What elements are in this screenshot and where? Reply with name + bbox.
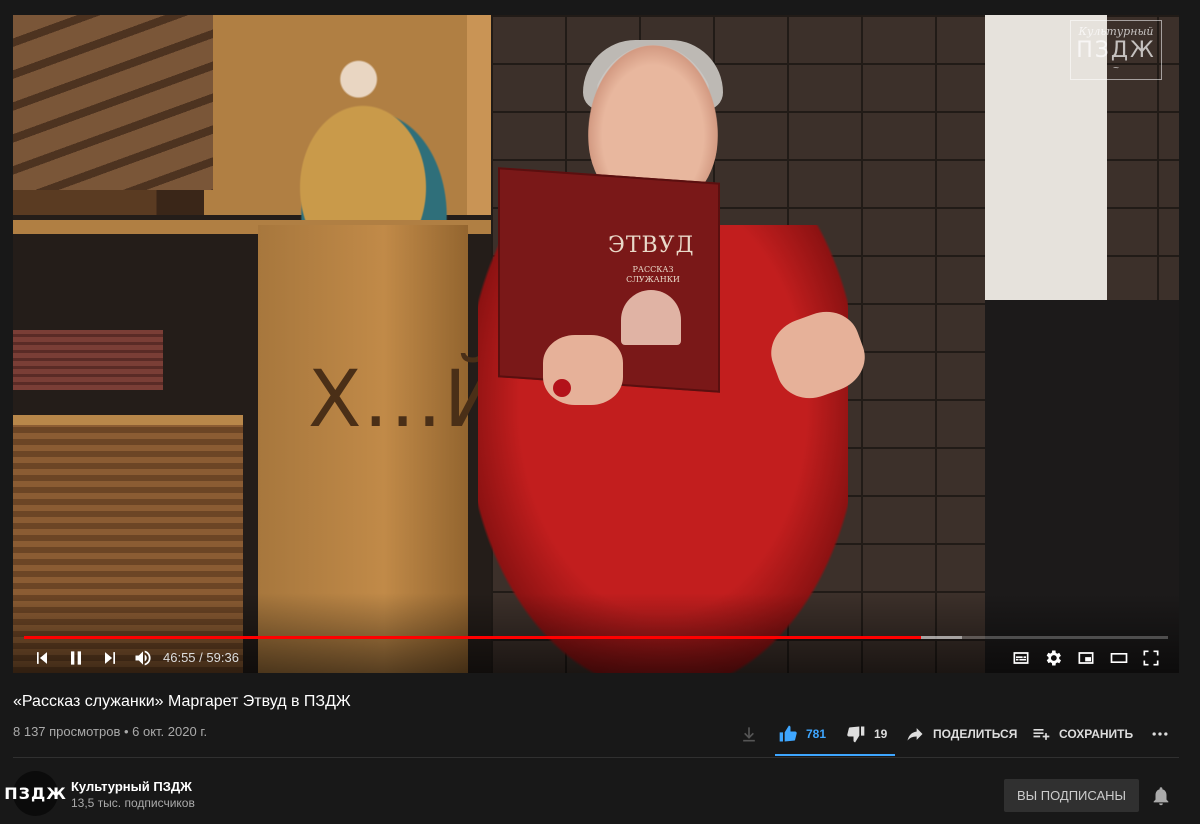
player-controls: 46:55 / 59:36: [13, 643, 1179, 673]
duration: 59:36: [206, 650, 239, 665]
bell-icon: [1153, 787, 1169, 806]
save-label: СОХРАНИТЬ: [1059, 727, 1134, 741]
skip-previous-icon: [37, 652, 47, 664]
miniplayer-button[interactable]: [1073, 645, 1099, 671]
book-subtitle: РАССКАЗ СЛУЖАНКИ: [626, 265, 680, 284]
progress-bar[interactable]: [24, 636, 1168, 639]
dislike-count: 19: [874, 727, 888, 741]
channel-avatar[interactable]: ПЗДЖ: [4, 771, 66, 816]
thumbs-down-icon: [847, 726, 865, 743]
like-count: 781: [806, 727, 827, 741]
save-button[interactable]: СОХРАНИТЬ: [1031, 722, 1133, 746]
previous-button[interactable]: [29, 645, 55, 671]
skip-next-icon: [105, 652, 115, 664]
watermark-main-text: ПЗДЖ: [1076, 38, 1156, 63]
settings-button[interactable]: [1040, 645, 1066, 671]
like-button[interactable]: 781: [778, 722, 826, 746]
more-horizontal-icon: [1152, 732, 1168, 736]
channel-watermark[interactable]: Культурный ПЗДЖ ~: [1070, 20, 1162, 80]
thumbs-up-icon: [779, 725, 797, 742]
like-indicator-bar: [775, 754, 895, 756]
current-time: 46:55: [163, 650, 196, 665]
share-label: ПОДЕЛИТЬСЯ: [933, 727, 1018, 741]
video-player[interactable]: Х...Й ЭТВУД РАССКАЗ СЛУЖАНКИ Культурный …: [13, 15, 1179, 673]
notification-bell-button[interactable]: [1150, 785, 1172, 807]
playlist-add-icon: [1033, 729, 1050, 740]
pause-button[interactable]: [63, 645, 89, 671]
book-cover-figure: [621, 290, 681, 345]
subscriber-count: 13,5 тыс. подписчиков: [71, 796, 195, 810]
subscribed-button[interactable]: ВЫ ПОДПИСАНЫ: [1004, 779, 1139, 812]
cabinet-carved-text: Х...Й: [308, 355, 505, 445]
action-bar: 781 19 ПОДЕЛИТЬСЯ СОХРАНИТЬ: [0, 722, 1200, 746]
scene-firewood: [13, 15, 213, 190]
watermark-top-text: Культурный: [1078, 25, 1154, 38]
dislike-button[interactable]: 19: [846, 722, 887, 746]
download-icon: [743, 727, 755, 742]
scene-doll: [253, 45, 473, 235]
fullscreen-button[interactable]: [1138, 645, 1164, 671]
divider: [13, 757, 1179, 758]
time-separator: /: [195, 650, 207, 665]
pause-icon: [71, 651, 81, 665]
volume-icon: [135, 650, 151, 666]
more-actions-button[interactable]: [1150, 722, 1178, 746]
share-icon: [907, 728, 923, 741]
theater-icon: [1110, 653, 1128, 663]
subtitles-button[interactable]: [1008, 645, 1034, 671]
theater-mode-button[interactable]: [1106, 645, 1132, 671]
book-title: ЭТВУД: [608, 233, 695, 258]
subtitles-icon: [1013, 652, 1029, 664]
fullscreen-icon: [1143, 650, 1159, 666]
scene-plates: [13, 330, 163, 390]
miniplayer-icon: [1078, 652, 1094, 664]
share-button[interactable]: ПОДЕЛИТЬСЯ: [905, 722, 1017, 746]
volume-button[interactable]: [130, 645, 156, 671]
progress-played: [24, 636, 922, 639]
channel-name[interactable]: Культурный ПЗДЖ: [71, 779, 192, 794]
scene-ring: [553, 379, 571, 397]
time-display: 46:55 / 59:36: [163, 650, 239, 665]
download-button[interactable]: [739, 722, 767, 746]
next-button[interactable]: [97, 645, 123, 671]
gear-icon: [1046, 650, 1061, 666]
watermark-squiggle: ~: [1113, 63, 1119, 74]
video-title: «Рассказ служанки» Маргарет Этвуд в ПЗДЖ: [13, 693, 351, 710]
